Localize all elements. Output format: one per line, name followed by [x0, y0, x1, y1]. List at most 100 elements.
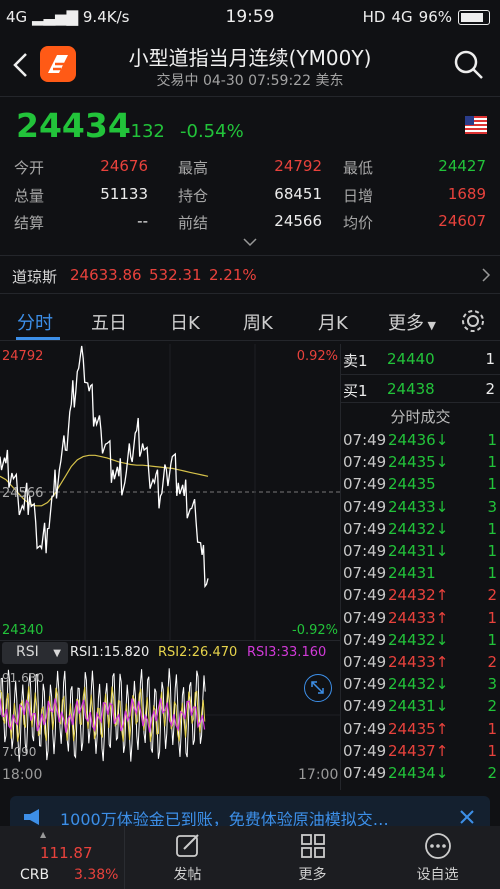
rsi-bottom-label: 7.090: [2, 745, 36, 759]
caret-down-icon: ▼: [53, 648, 61, 659]
price-change-percent: -0.54%: [180, 121, 244, 142]
expand-chevron-icon[interactable]: [242, 236, 258, 248]
arrow-up-icon: ↑: [435, 741, 449, 760]
more-label: 更多: [298, 867, 327, 883]
last-price: 24434: [16, 106, 131, 145]
tick-price: 24437↑: [388, 742, 448, 760]
tick-time: 07:49: [343, 542, 387, 560]
stat-value: 24566: [274, 212, 322, 230]
tab-weekly-k[interactable]: 周K: [243, 309, 273, 335]
bottom-nav: ▲ 111.87 CRB 3.38% 发帖 更多 设自选: [0, 826, 500, 889]
arrow-down-icon: ↓: [435, 697, 449, 716]
network-type: 4G: [391, 8, 413, 26]
watchlist-button[interactable]: 设自选: [400, 826, 475, 884]
tick-price-value: 24431: [388, 542, 436, 560]
intraday-chart[interactable]: 24792 0.92% 24566 24340 -0.92%: [0, 344, 340, 640]
more-dots-icon: [424, 833, 451, 859]
chart-high-label: 24792: [2, 349, 43, 364]
divider: [0, 640, 340, 641]
tick-volume: 3: [487, 675, 497, 694]
tick-price: 24434↓: [388, 764, 448, 782]
tick-row: 07:49 24435↓ 1: [343, 453, 500, 475]
arrow-down-icon: ↓: [435, 453, 449, 472]
stat-label: 总量: [14, 187, 45, 205]
tab-five-day[interactable]: 五日: [91, 309, 127, 335]
tick-volume: 1: [487, 519, 497, 538]
battery-icon: [458, 9, 490, 25]
index-name[interactable]: 道琼斯: [12, 266, 57, 287]
stat-label: 日增: [343, 187, 374, 205]
chart-low-percent: -0.92%: [292, 623, 338, 638]
tick-row: 07:49 24432↑ 2: [343, 586, 500, 608]
tick-price: 24431↓: [388, 697, 448, 715]
arrow-down-icon: ↓: [435, 764, 449, 782]
more-button[interactable]: 更多: [275, 826, 350, 884]
stat-value: 51133: [100, 185, 148, 203]
tick-price: 24432↑: [388, 586, 448, 604]
tick-time: 07:49: [343, 497, 387, 516]
tick-volume: 1: [487, 719, 497, 738]
tab-daily-k[interactable]: 日K: [170, 309, 200, 335]
tick-time: 07:49: [343, 608, 387, 627]
stat-label: 今开: [14, 159, 45, 177]
indicator-select-value: RSI: [16, 644, 39, 660]
tick-price: 24435↑: [388, 720, 448, 738]
tick-volume: 1: [487, 564, 497, 583]
tick-price: 24432↓: [388, 520, 448, 538]
tick-price-value: 24435: [388, 453, 436, 472]
arrow-down-icon: ↓: [435, 497, 449, 516]
tab-intraday[interactable]: 分时: [17, 309, 53, 335]
search-icon[interactable]: [452, 48, 486, 82]
buy-volume: 2: [485, 380, 495, 398]
tick-volume: 1: [487, 608, 497, 627]
close-icon[interactable]: [458, 808, 476, 826]
tick-price-value: 24432: [388, 586, 436, 605]
header: 小型道指当月连续(YM00Y) 交易中 04-30 07:59:22 美东: [0, 34, 500, 96]
tick-time: 07:49: [343, 475, 387, 494]
indicator-select[interactable]: RSI ▼: [2, 642, 68, 664]
tick-price: 24433↓: [388, 498, 448, 516]
tick-price-value: 24431: [388, 697, 436, 716]
tick-price-value: 24432: [388, 519, 436, 538]
tick-row: 07:49 24431↓ 1: [343, 542, 500, 564]
chart-low-label: 24340: [2, 623, 43, 638]
tick-row: 07:49 24432↓ 1: [343, 631, 500, 653]
crb-value[interactable]: 111.87: [40, 844, 93, 862]
tick-price-value: 24431: [388, 564, 436, 583]
tab-monthly-k[interactable]: 月K: [318, 309, 348, 335]
stat-value: 24792: [274, 157, 322, 175]
tick-price-value: 24432: [388, 675, 436, 694]
rsi-chart[interactable]: 91.630 7.090: [0, 668, 340, 763]
tab-more[interactable]: 更多 ▼: [388, 309, 436, 335]
tick-price-value: 24435: [388, 719, 436, 738]
tick-time: 07:49: [343, 586, 387, 605]
tick-price-value: 24433: [388, 497, 436, 516]
tick-price-value: 24434: [388, 764, 436, 782]
arrow-up-icon: ↑: [435, 653, 449, 671]
tick-price: 24432↓: [388, 631, 448, 649]
tick-row: 07:49 24433↓ 3: [343, 498, 500, 520]
chart-high-percent: 0.92%: [297, 349, 338, 364]
tick-row: 07:49 24432↓ 1: [343, 520, 500, 542]
index-percent: 2.21%: [209, 266, 257, 284]
settings-gear-icon[interactable]: [460, 308, 486, 334]
chevron-right-icon[interactable]: [480, 267, 492, 283]
status-right: HD 4G 96%: [363, 8, 490, 26]
divider: [0, 96, 500, 97]
crb-label: CRB: [20, 867, 50, 883]
grid-icon: [300, 834, 325, 858]
time-start-label: 18:00: [2, 767, 43, 783]
post-button[interactable]: 发帖: [150, 826, 225, 884]
fullscreen-icon[interactable]: [304, 674, 332, 702]
arrow-up-icon: ↑: [435, 719, 449, 738]
buy-label: 买1: [343, 382, 368, 400]
sell-label: 卖1: [343, 352, 368, 370]
arrow-down-icon: ↓: [435, 675, 449, 694]
divider: [124, 826, 125, 889]
tick-price: 24431: [388, 564, 436, 582]
price-change: -132: [124, 121, 165, 142]
price-line: [0, 345, 209, 589]
time-end-label: 17:00: [298, 767, 339, 783]
tick-time: 07:49: [343, 653, 387, 671]
tick-volume: 2: [487, 697, 497, 716]
